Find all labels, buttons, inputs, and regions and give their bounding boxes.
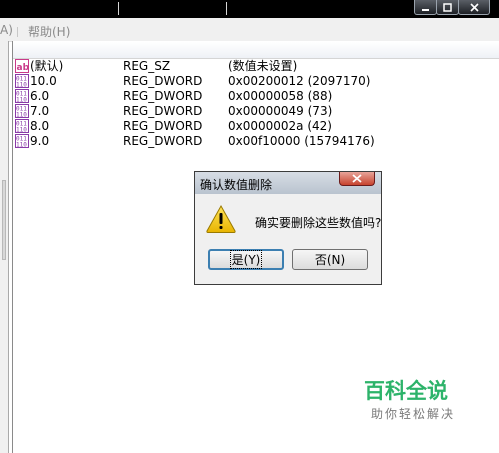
table-row[interactable]: 011 110 10.0 REG_DWORD 0x00200012 (20971… <box>13 74 493 89</box>
table-row[interactable]: 011 110 7.0 REG_DWORD 0x00000049 (73) <box>13 104 493 119</box>
svg-text:110: 110 <box>16 82 27 89</box>
svg-text:110: 110 <box>16 142 27 149</box>
row-type: REG_DWORD <box>123 134 203 148</box>
no-button-label: 否(N) <box>314 253 346 267</box>
svg-text:110: 110 <box>16 112 27 119</box>
warning-icon <box>206 204 236 233</box>
binary-value-icon: 011 110 <box>15 89 29 103</box>
list-header <box>13 42 499 59</box>
watermark-logo: 百科全说 <box>364 379 448 403</box>
row-type: REG_DWORD <box>123 119 203 133</box>
row-name: 7.0 <box>30 104 50 118</box>
row-data: 0x00200012 (2097170) <box>228 74 371 88</box>
row-name: (默认) <box>30 59 64 73</box>
table-row[interactable]: 011 110 6.0 REG_DWORD 0x00000058 (88) <box>13 89 493 104</box>
binary-value-icon: 011 110 <box>15 74 29 88</box>
dialog-message: 确实要删除这些数值吗? <box>255 216 382 230</box>
binary-value-icon: 011 110 <box>15 119 29 133</box>
menu-bar <box>0 18 499 42</box>
svg-text:ab: ab <box>17 63 30 73</box>
row-type: REG_SZ <box>123 59 171 73</box>
no-button[interactable]: 否(N) <box>292 249 368 270</box>
row-type: REG_DWORD <box>123 74 203 88</box>
menu-item-help[interactable]: 帮助(H) <box>28 23 70 40</box>
pane-splitter[interactable] <box>2 180 6 260</box>
column-header-data[interactable]: 数据 <box>226 1 486 16</box>
table-row[interactable]: 011 110 9.0 REG_DWORD 0x00f10000 (157941… <box>13 134 493 149</box>
yes-button[interactable]: 是(Y) <box>208 249 284 270</box>
close-icon <box>352 174 362 183</box>
column-header-type[interactable]: 类型 <box>118 1 226 16</box>
yes-button-label: 是(Y) <box>229 250 263 269</box>
table-row[interactable]: ab (默认) REG_SZ (数值未设置) <box>13 59 493 74</box>
binary-value-icon: 011 110 <box>15 134 29 148</box>
row-type: REG_DWORD <box>123 89 203 103</box>
table-row[interactable]: 011 110 8.0 REG_DWORD 0x0000002a (42) <box>13 119 493 134</box>
binary-value-icon: 011 110 <box>15 104 29 118</box>
column-header-name[interactable]: 名称 <box>14 1 118 16</box>
string-value-icon: ab <box>15 59 29 73</box>
row-name: 8.0 <box>30 119 50 133</box>
svg-text:110: 110 <box>16 97 27 104</box>
row-name: 10.0 <box>30 74 57 88</box>
menu-separator <box>17 27 18 37</box>
row-data: 0x00f10000 (15794176) <box>228 134 375 148</box>
row-name: 9.0 <box>30 134 50 148</box>
row-data: 0x00000058 (88) <box>228 89 333 103</box>
menu-item-partial[interactable]: A) <box>0 23 13 37</box>
dialog-title: 确认数值删除 <box>200 178 273 192</box>
row-data: (数值未设置) <box>228 59 298 73</box>
row-data: 0x00000049 (73) <box>228 104 333 118</box>
row-data: 0x0000002a (42) <box>228 119 332 133</box>
row-type: REG_DWORD <box>123 104 203 118</box>
dialog-close-button[interactable] <box>339 172 375 186</box>
watermark-tagline: 助你轻松解决 <box>371 407 456 421</box>
row-name: 6.0 <box>30 89 50 103</box>
svg-text:110: 110 <box>16 127 27 134</box>
